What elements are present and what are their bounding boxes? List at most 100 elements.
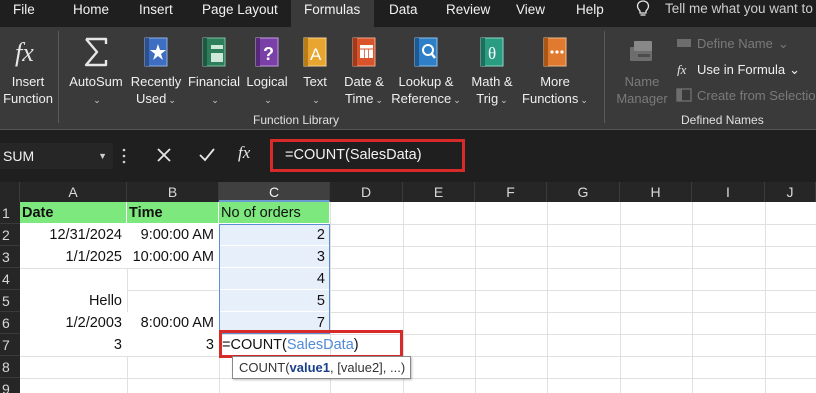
tab-help[interactable]: Help — [576, 0, 604, 27]
insert-function-icon: fx — [15, 38, 34, 67]
text-label: Text — [303, 74, 327, 89]
row-header-9[interactable]: 9 — [0, 378, 20, 393]
define-name-label: Define Name — [697, 36, 773, 51]
logical-button[interactable]: ? Logical ⌄ — [244, 35, 290, 109]
column-header-j[interactable]: J — [765, 182, 816, 202]
use-in-formula-button[interactable]: fx Use in Formula ⌄ — [676, 62, 800, 78]
insert-function-label-2: Function — [3, 91, 53, 106]
cell-c5[interactable]: 5 — [219, 290, 330, 312]
tab-file[interactable]: File — [13, 0, 35, 27]
autosum-label: AutoSum — [69, 74, 123, 89]
cell-b2[interactable]: 9:00:00 AM — [127, 224, 219, 246]
grid-line — [20, 290, 816, 291]
more-functions-label-1: More — [540, 74, 570, 89]
tab-review[interactable]: Review — [446, 0, 490, 27]
text-caret: ⌄ — [312, 95, 320, 105]
cell-b7[interactable]: 3 — [127, 334, 219, 356]
column-header-f[interactable]: F — [475, 182, 547, 202]
name-manager-label-1: Name — [624, 74, 660, 89]
cell-a5[interactable]: Hello — [20, 290, 127, 312]
column-header-a[interactable]: A — [20, 182, 127, 202]
recently-used-label-2: Used ⌄ — [136, 91, 176, 106]
cancel-icon[interactable] — [156, 147, 172, 163]
grid-line — [20, 268, 816, 269]
create-from-selection-button[interactable]: Create from Selection — [676, 88, 816, 103]
column-header-d[interactable]: D — [330, 182, 403, 202]
text-functions-button[interactable]: A Text ⌄ — [298, 35, 332, 109]
insert-function-fx-button[interactable]: fx — [238, 143, 250, 163]
function-argument-tooltip: COUNT(value1, [value2], ...) — [232, 356, 411, 379]
tab-view[interactable]: View — [516, 0, 545, 27]
cell-a3[interactable]: 1/1/2025 — [20, 246, 127, 268]
name-manager-button[interactable]: Name Manager — [614, 35, 670, 107]
lookup-label-2: Reference ⌄ — [391, 91, 461, 106]
grid-line — [692, 202, 693, 393]
tell-me-search[interactable]: Tell me what you want to — [665, 1, 813, 16]
name-box-value: SUM — [3, 148, 35, 164]
column-header-g[interactable]: G — [547, 182, 620, 202]
financial-book-icon — [202, 37, 226, 67]
question-book-icon: ? — [255, 37, 279, 67]
cell-a1[interactable]: Date — [20, 202, 127, 224]
define-name-button[interactable]: Define Name ⌄ — [676, 36, 789, 52]
lookup-book-icon — [414, 37, 438, 67]
defined-names-group-label: Defined Names — [681, 113, 764, 127]
column-header-i[interactable]: I — [692, 182, 765, 202]
theta-book-icon: θ — [480, 37, 504, 67]
cell-c2[interactable]: 2 — [219, 224, 330, 246]
formula-input-area[interactable] — [470, 143, 816, 169]
tab-home[interactable]: Home — [73, 0, 109, 27]
star-book-icon — [144, 37, 168, 67]
tab-formulas[interactable]: Formulas — [291, 0, 375, 27]
tab-data[interactable]: Data — [389, 0, 418, 27]
cell-c1[interactable]: No of orders — [219, 202, 330, 224]
date-time-label-1: Date & — [344, 74, 384, 89]
calendar-book-icon — [352, 37, 376, 67]
row-header-5[interactable]: 5 — [0, 290, 20, 312]
cell-a7[interactable]: 3 — [20, 334, 127, 356]
column-header-b[interactable]: B — [127, 182, 219, 202]
more-options-icon[interactable] — [121, 147, 127, 165]
row-header-7[interactable]: 7 — [0, 334, 20, 356]
tooltip-remaining-args: , [value2], ...) — [330, 360, 406, 375]
column-header-e[interactable]: E — [403, 182, 475, 202]
row-header-4[interactable]: 4 — [0, 268, 20, 290]
cell-b6[interactable]: 8:00:00 AM — [127, 312, 219, 334]
grid-line — [20, 378, 816, 379]
math-trig-button[interactable]: θ Math & Trig ⌄ — [466, 35, 518, 109]
insert-function-button[interactable]: fx Insert Function — [2, 35, 54, 107]
cell-a6[interactable]: 1/2/2003 — [20, 312, 127, 334]
more-functions-button[interactable]: More Functions ⌄ — [520, 35, 590, 109]
recently-used-button[interactable]: Recently Used ⌄ — [130, 35, 182, 109]
name-manager-icon — [630, 41, 652, 61]
ribbon: fx Insert Function AutoSum ⌄ Recently Us… — [0, 27, 816, 130]
autosum-caret: ⌄ — [93, 95, 101, 105]
formula-input[interactable]: =COUNT(SalesData) — [270, 139, 465, 172]
lookup-reference-button[interactable]: Lookup & Reference ⌄ — [390, 35, 462, 109]
row-header-6[interactable]: 6 — [0, 312, 20, 334]
row-header-2[interactable]: 2 — [0, 224, 20, 246]
cell-a2[interactable]: 12/31/2024 — [20, 224, 127, 246]
row-header-1[interactable]: 1 — [0, 202, 20, 224]
financial-button[interactable]: Financial ⌄ — [186, 35, 242, 109]
select-all-corner[interactable] — [0, 182, 20, 202]
chevron-down-icon[interactable]: ▼ — [98, 143, 107, 169]
lightbulb-icon[interactable] — [635, 0, 651, 18]
name-box[interactable]: SUM ▼ — [0, 143, 113, 169]
cell-c4[interactable]: 4 — [219, 268, 330, 290]
cell-b3[interactable]: 10:00:00 AM — [127, 246, 219, 268]
name-manager-label-2: Manager — [616, 91, 668, 106]
svg-text:A: A — [310, 45, 322, 64]
autosum-button[interactable]: AutoSum ⌄ — [66, 35, 126, 109]
grid-line — [765, 202, 766, 393]
cell-c3[interactable]: 3 — [219, 246, 330, 268]
date-time-button[interactable]: Date & Time ⌄ — [340, 35, 388, 109]
row-header-8[interactable]: 8 — [0, 356, 20, 378]
cell-b1[interactable]: Time — [127, 202, 219, 224]
tab-insert[interactable]: Insert — [139, 0, 173, 27]
tab-page-layout[interactable]: Page Layout — [202, 0, 278, 27]
row-header-3[interactable]: 3 — [0, 246, 20, 268]
checkmark-icon[interactable] — [198, 147, 216, 163]
column-header-h[interactable]: H — [620, 182, 692, 202]
column-header-c[interactable]: C — [219, 182, 330, 202]
